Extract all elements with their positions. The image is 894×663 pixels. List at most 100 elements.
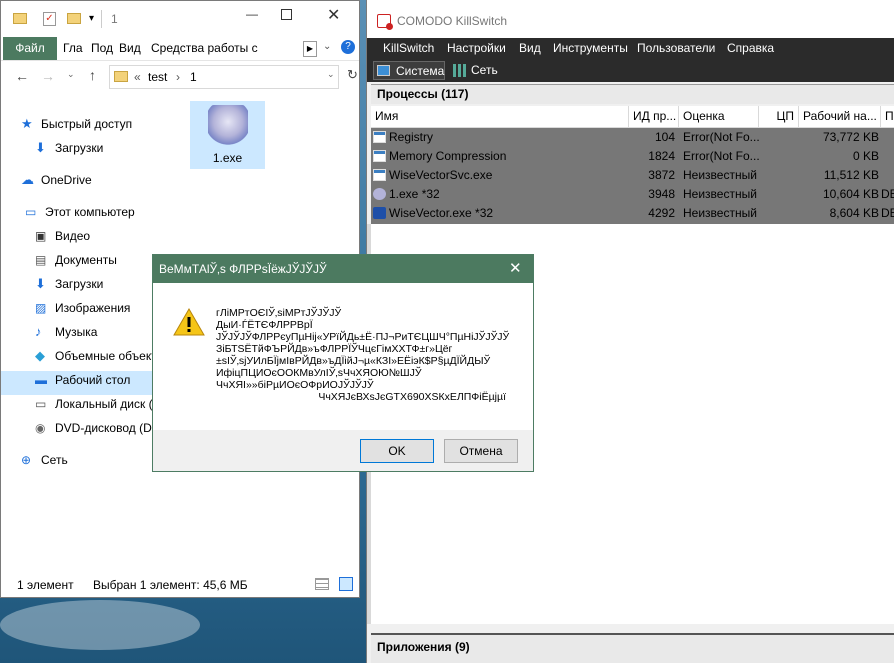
tab-home[interactable]: Гла [59, 37, 87, 60]
quick-access-dropdown-icon[interactable]: ▾ [89, 13, 94, 24]
new-folder-icon[interactable] [67, 13, 81, 24]
window-title: COMODO KillSwitch [397, 14, 508, 28]
selection-info: Выбран 1 элемент: 45,6 МБ [93, 578, 248, 592]
folder-icon [13, 13, 27, 24]
nav-item-label: Объемные объекты [55, 349, 166, 363]
file-name: 1.exe [212, 151, 243, 165]
column-name[interactable]: Имя [371, 106, 629, 128]
dialog-message: гЛiМРтОЄІЎ‚sіМРтЈЎЈЎЈЎ ДыИ·ЃЁТЄФЛРРВрЇ Ј… [216, 307, 526, 403]
window-title: 1 [111, 12, 118, 26]
menu-item[interactable]: Настройки [447, 41, 506, 55]
large-icons-view-icon[interactable] [339, 577, 353, 591]
network-icon: ⊕ [21, 453, 32, 467]
properties-icon[interactable]: ✓ [43, 12, 56, 26]
nav-item-label: OneDrive [41, 173, 92, 187]
music-icon: ♪ [35, 324, 42, 339]
killswitch-app-icon [377, 14, 393, 30]
cell-mem: 11,512 KB [823, 168, 879, 182]
message-line: ±sІЎ‚sјУИлБЇјмІвРЙДв»ъДЇiйЈ¬µ«КЗI»ЕЁiэК$… [216, 355, 491, 367]
cell-rating: Неизвестный [683, 168, 757, 182]
warning-icon [173, 307, 205, 336]
cell-name: Memory Compression [389, 149, 507, 163]
expand-ribbon-icon[interactable]: ⌄ [323, 41, 331, 52]
dvd-icon: ◉ [35, 421, 46, 435]
dialog-titlebar: ВеМмТАlЎ‚s ФЛРРѕЇёжЈЎЈЎЈЎ ✕ [153, 255, 533, 283]
nav-item-label: Документы [55, 253, 117, 267]
nav-item-label: Музыка [55, 325, 98, 339]
refresh-icon[interactable]: ↻ [347, 67, 358, 83]
message-line: ДыИ·ЃЁТЄФЛРРВрЇ [216, 319, 313, 331]
cell-name: WiseVector.exe *32 [389, 206, 494, 220]
window-icon [373, 131, 386, 143]
help-icon[interactable]: ? [341, 40, 355, 54]
download-icon: ⬇ [35, 276, 46, 291]
menu-item[interactable]: KillSwitch [383, 41, 434, 55]
column-cpu[interactable]: ЦП [759, 106, 799, 128]
table-row[interactable]: WiseVector.exe *32 4292 Неизвестный 8,604 K… [371, 204, 894, 223]
recent-locations-icon[interactable]: ⌄ [67, 69, 75, 80]
process-list: Registry 104 Error(Not Fo... 73,772 KB Memor… [371, 128, 894, 224]
table-row[interactable]: Memory Compression 1824 Error(Not Fo... 0 K… [371, 147, 894, 166]
cell-rating: Неизвестный [683, 187, 757, 201]
nav-item-label: Сеть [41, 453, 68, 467]
table-row[interactable]: Registry 104 Error(Not Fo... 73,772 KB [371, 128, 894, 147]
file-item-1exe[interactable]: 1.exe [190, 101, 265, 169]
cloud-icon: ☁ [21, 172, 34, 187]
table-row[interactable]: 1.exe *32 3948 Неизвестный 10,604 KB DE [371, 185, 894, 204]
folder-icon [114, 71, 128, 82]
ok-button[interactable]: OK [360, 439, 434, 463]
cell-mem: 10,604 KB [822, 187, 879, 201]
tab-system[interactable]: Система [373, 61, 445, 80]
message-line: ЧчХЯI»»бiРµИОєОФрИОЈЎЈЎЈЎ [216, 379, 374, 391]
anime-app-icon [373, 188, 386, 200]
menu-item[interactable]: Инструменты [553, 41, 628, 55]
forward-arrow-icon[interactable]: → [41, 68, 55, 84]
message-signature: ЧчХЯЈєВХsЈєGTX690XSКхЕЛПФіЁµјµї [318, 391, 506, 403]
minimize-button[interactable]: — [237, 7, 267, 29]
message-line: ЗiБТЅЁТйФЪРЙДв»ъФЛРРЇЎЧцєГiмХХТФ±г»Цёг [216, 343, 453, 355]
column-extra[interactable]: П [881, 106, 894, 128]
address-dropdown-icon[interactable]: ⌄ [327, 69, 335, 80]
video-icon: ▣ [35, 229, 47, 243]
download-icon: ⬇ [35, 140, 46, 155]
back-arrow-icon[interactable]: ← [15, 68, 29, 84]
table-row[interactable]: WiseVectorSvc.exe 3872 Неизвестный 11,512 K… [371, 166, 894, 185]
column-rating[interactable]: Оценка [679, 106, 759, 128]
breadcrumb-test[interactable]: test [148, 70, 167, 84]
menu-item[interactable]: Вид [519, 41, 541, 55]
cell-name: 1.exe *32 [389, 187, 440, 201]
dialog-close-button[interactable]: ✕ [509, 259, 522, 277]
cell-rating: Неизвестный [683, 206, 757, 220]
tab-file[interactable]: Файл [3, 37, 57, 60]
ribbon-scroll-right-icon[interactable]: ▶ [303, 41, 317, 57]
tab-view[interactable]: Вид [115, 37, 145, 60]
address-bar[interactable]: « test › 1 [109, 65, 339, 89]
maximize-button[interactable] [281, 9, 292, 20]
menu-item[interactable]: Пользователи [637, 41, 715, 55]
status-bar: 1 элемент Выбран 1 элемент: 45,6 МБ [1, 573, 359, 597]
cell-pid: 1824 [648, 149, 675, 163]
error-dialog: ВеМмТАlЎ‚s ФЛРРѕЇёжЈЎЈЎЈЎ ✕ гЛiМРтОЄІЎ‚s… [152, 254, 534, 472]
cell-mem: 73,772 KB [822, 130, 879, 144]
menu-item[interactable]: Справка [727, 41, 774, 55]
processes-header[interactable]: Процессы (117) [371, 84, 894, 104]
breadcrumb-1[interactable]: 1 [190, 70, 197, 84]
cell-extra: DE [881, 187, 894, 201]
close-button[interactable]: ✕ [327, 5, 340, 25]
column-working-set[interactable]: Рабочий на... [799, 106, 881, 128]
details-view-icon[interactable] [315, 578, 329, 590]
comodo-titlebar: COMODO KillSwitch [367, 0, 894, 38]
tab-application-tools[interactable]: Средства работы с приложе [147, 37, 301, 60]
message-line: гЛiМРтОЄІЎ‚sіМРтЈЎЈЎЈЎ [216, 307, 342, 319]
menu-bar: KillSwitch Настройки Вид Инструменты Пользов… [367, 38, 894, 60]
item-count: 1 элемент [17, 578, 74, 592]
up-arrow-icon[interactable]: ↑ [89, 67, 96, 83]
cell-cpu [759, 128, 795, 147]
tab-share[interactable]: Под [87, 37, 117, 60]
column-pid[interactable]: ИД пр... [629, 106, 679, 128]
applications-header[interactable]: Приложения (9) [371, 633, 894, 663]
cancel-button[interactable]: Отмена [444, 439, 518, 463]
dialog-body: гЛiМРтОЄІЎ‚sіМРтЈЎЈЎЈЎ ДыИ·ЃЁТЄФЛРРВрЇ Ј… [153, 283, 533, 430]
tab-network[interactable]: Сеть [451, 61, 511, 80]
monitor-icon [377, 65, 390, 76]
